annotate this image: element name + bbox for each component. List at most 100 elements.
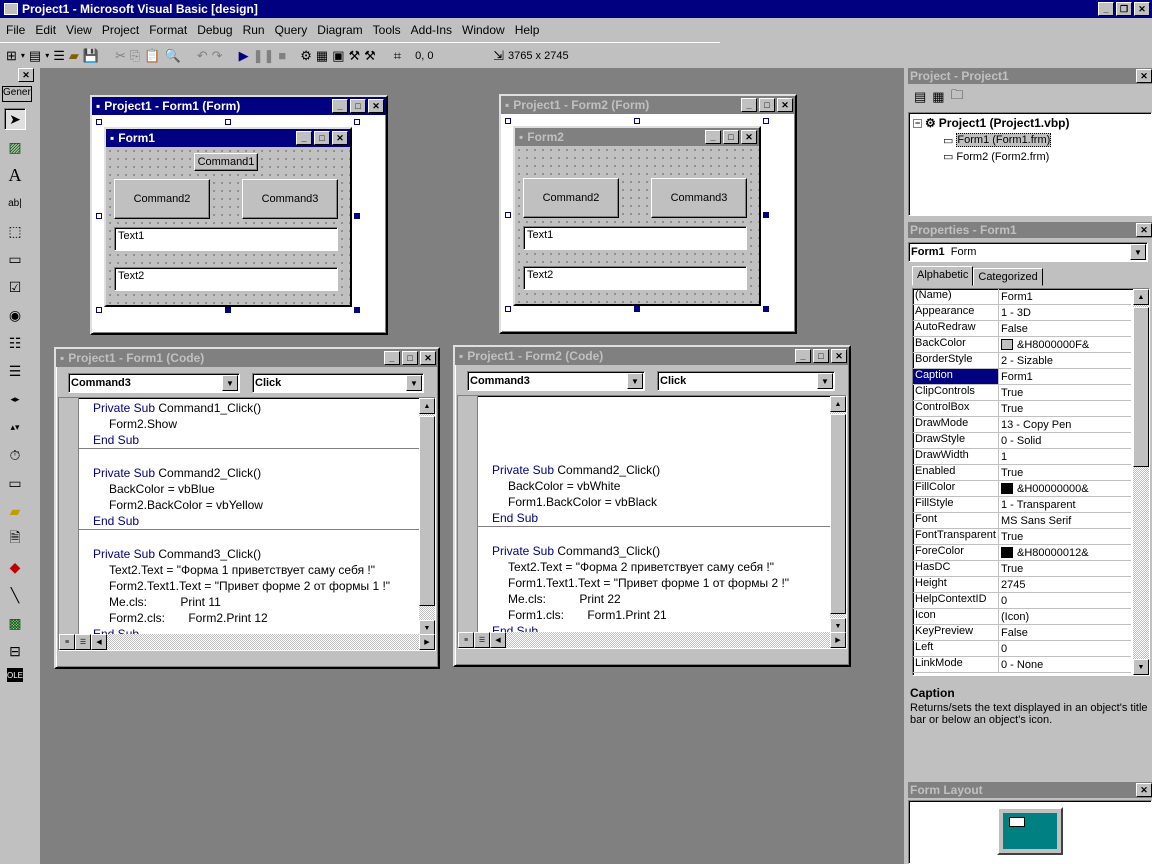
data-icon[interactable]: ⊟	[4, 640, 26, 662]
resize-handle[interactable]	[763, 212, 769, 218]
code-line[interactable]: Me.cls: Print 11	[93, 594, 419, 610]
toolbox-close-icon[interactable]: ✕	[18, 68, 34, 82]
form-layout-canvas[interactable]	[908, 800, 1152, 864]
find-icon[interactable]: 🔍	[165, 48, 181, 64]
property-row[interactable]: Font MS Sans Serif	[913, 513, 1131, 529]
code-procedure[interactable]: Private Sub Command2_Click() BackColor = …	[478, 462, 830, 527]
vertical-scrollbar[interactable]: ▲ ▼	[830, 396, 846, 634]
close-icon[interactable]: ✕	[420, 351, 436, 365]
form2-designer-titlebar[interactable]: ▪ Project1 - Form2 (Form) _ □ ✕	[501, 96, 795, 114]
properties-titlebar[interactable]: Properties - Form1 ✕	[908, 222, 1152, 238]
textbox-icon[interactable]: ab|	[4, 192, 26, 214]
property-row[interactable]: ClipControls True	[913, 385, 1131, 401]
scroll-left-icon[interactable]: ◀	[490, 632, 506, 648]
menu-run[interactable]: Run	[243, 23, 265, 37]
property-row[interactable]: AutoRedraw False	[913, 321, 1131, 337]
undo-icon[interactable]: ↶	[197, 48, 208, 64]
close-icon[interactable]: ✕	[1136, 783, 1152, 797]
resize-handle[interactable]	[505, 306, 511, 312]
menu-help[interactable]: Help	[515, 23, 540, 37]
property-row[interactable]: LinkMode 0 - None	[913, 657, 1131, 673]
menu-format[interactable]: Format	[149, 23, 187, 37]
minimize-icon[interactable]: _	[1098, 2, 1114, 16]
property-value[interactable]: True	[999, 529, 1131, 544]
code-line[interactable]: Form1.BackColor = vbBlack	[492, 494, 830, 510]
minimize-icon[interactable]: _	[384, 351, 400, 365]
collapse-icon[interactable]: −	[913, 118, 922, 128]
close-icon[interactable]: ✕	[368, 99, 384, 113]
minimize-icon[interactable]: _	[741, 98, 757, 112]
menu-project[interactable]: Project	[102, 23, 139, 37]
code-line[interactable]: End Sub	[93, 513, 419, 529]
property-value[interactable]: True	[999, 401, 1131, 416]
scroll-up-icon[interactable]: ▲	[830, 396, 846, 412]
form2-design-surface[interactable]: ▪ Form2 _ □ ✕ Command2 Command3 Text1 Text…	[513, 126, 761, 306]
code-line[interactable]: Form2.Text1.Text = "Привет форме 2 от фо…	[93, 578, 419, 594]
add-project-icon[interactable]: ⊞	[6, 48, 17, 64]
property-value[interactable]: True	[999, 465, 1131, 480]
property-row[interactable]: BackColor &H8000000F&	[913, 337, 1131, 353]
property-value[interactable]: False	[999, 321, 1131, 336]
cut-icon[interactable]: ✂	[115, 48, 126, 64]
property-row[interactable]: Appearance 1 - 3D	[913, 305, 1131, 321]
object-dropdown[interactable]: Command3 ▼	[68, 373, 240, 393]
menu-view[interactable]: View	[66, 23, 92, 37]
code-line[interactable]: Form1.Text1.Text = "Привет форме 1 от фо…	[492, 575, 830, 591]
form1-grid[interactable]: Command1 Command2 Command3 Text1 Text2	[106, 147, 350, 305]
property-row[interactable]: DrawWidth 1	[913, 449, 1131, 465]
property-row[interactable]: FillStyle 1 - Transparent	[913, 497, 1131, 513]
project-item-form2[interactable]: Form2 (Form2.frm)	[956, 151, 1049, 163]
text2-textbox[interactable]: Text2	[114, 267, 338, 291]
code-procedure[interactable]: Private Sub Command2_Click() BackColor = …	[79, 465, 419, 530]
vertical-scrollbar[interactable]: ▲ ▼	[1133, 289, 1149, 675]
scroll-left-icon[interactable]: ◀	[91, 634, 107, 650]
resize-handle[interactable]	[225, 307, 231, 313]
menu-diagram[interactable]: Diagram	[317, 23, 362, 37]
checkbox-icon[interactable]: ☑	[4, 276, 26, 298]
property-row[interactable]: (Name) Form1	[913, 289, 1131, 305]
resize-handle[interactable]	[225, 119, 231, 125]
toolbox-icon[interactable]: ⚒	[364, 48, 376, 64]
menu-window[interactable]: Window	[462, 23, 505, 37]
menu-edit[interactable]: Edit	[35, 23, 56, 37]
menu-tools[interactable]: Tools	[373, 23, 401, 37]
menu-query[interactable]: Query	[275, 23, 308, 37]
text2-textbox[interactable]: Text2	[523, 266, 747, 290]
code-line[interactable]: Text2.Text = "Форма 1 приветствует саму …	[93, 562, 419, 578]
scroll-down-icon[interactable]: ▼	[1133, 659, 1149, 675]
property-value[interactable]: True	[999, 561, 1131, 576]
code-editor[interactable]: Private Sub Command2_Click() BackColor = …	[457, 395, 847, 649]
vertical-scrollbar[interactable]: ▲ ▼	[419, 398, 435, 636]
command2-button[interactable]: Command2	[114, 179, 210, 219]
procedure-view-icon[interactable]: ≡	[458, 632, 474, 648]
code-line[interactable]: BackColor = vbWhite	[492, 478, 830, 494]
project-root[interactable]: Project1 (Project1.vbp)	[939, 116, 1070, 130]
menu-addins[interactable]: Add-Ins	[411, 23, 452, 37]
scroll-thumb[interactable]	[1133, 307, 1149, 467]
maximize-icon[interactable]: □	[350, 99, 366, 113]
property-value[interactable]: 0	[999, 593, 1131, 608]
code-line[interactable]: Private Sub Command1_Click()	[93, 400, 419, 416]
copy-icon[interactable]: ⎘	[130, 48, 140, 64]
resize-handle[interactable]	[354, 119, 360, 125]
view-object-icon[interactable]: ▦	[932, 89, 944, 105]
code-line[interactable]: BackColor = vbBlue	[93, 481, 419, 497]
close-icon[interactable]: ✕	[1134, 2, 1150, 16]
code-procedure[interactable]: Private Sub Command3_Click() Text2.Text =…	[478, 543, 830, 634]
scroll-up-icon[interactable]: ▲	[419, 398, 435, 414]
code-procedure[interactable]: Private Sub Command3_Click() Text2.Text =…	[79, 546, 419, 636]
procedure-dropdown[interactable]: Click ▼	[252, 373, 424, 393]
label-icon[interactable]: A	[4, 164, 26, 186]
end-icon[interactable]: ■	[278, 48, 286, 63]
form-layout-titlebar[interactable]: Form Layout ✕	[908, 782, 1152, 798]
property-row[interactable]: FillColor &H00000000&	[913, 481, 1131, 497]
horizontal-scrollbar[interactable]	[107, 634, 419, 650]
property-row[interactable]: Enabled True	[913, 465, 1131, 481]
chevron-down-icon[interactable]: ▼	[1130, 244, 1146, 260]
code-text[interactable]: Private Sub Command1_Click() Form2.Show En…	[79, 400, 419, 636]
project-explorer-icon[interactable]: ⚙	[300, 48, 312, 64]
form1-code-titlebar[interactable]: ▪ Project1 - Form1 (Code) _ □ ✕	[56, 349, 438, 367]
start-icon[interactable]: ▶	[239, 48, 249, 64]
property-row[interactable]: FontTransparent True	[913, 529, 1131, 545]
full-module-view-icon[interactable]: ☰	[75, 634, 91, 650]
